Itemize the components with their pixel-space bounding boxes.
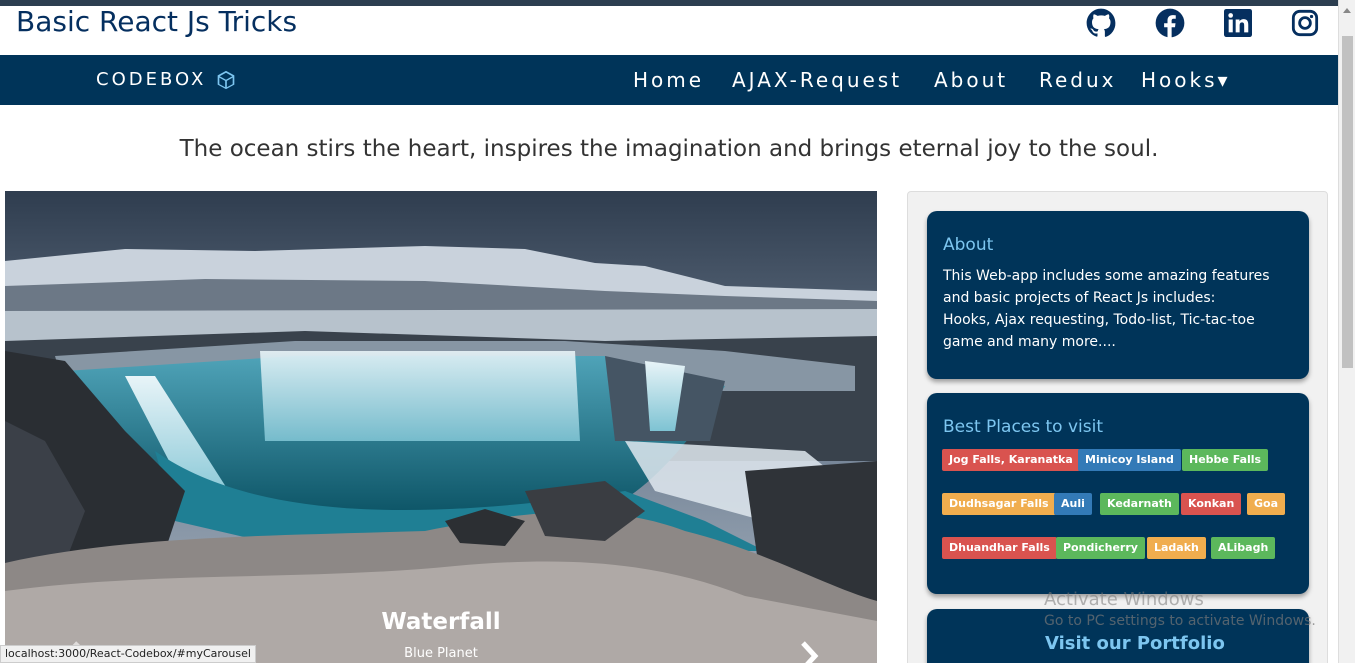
tag-konkan[interactable]: Konkan [1181, 493, 1242, 515]
scroll-up-arrow-icon[interactable] [1343, 8, 1351, 13]
instagram-icon[interactable] [1289, 8, 1321, 38]
waterfall-image [5, 191, 877, 663]
brand-link[interactable]: CODEBOX [96, 69, 236, 90]
tag-ladakh[interactable]: Ladakh [1147, 537, 1206, 559]
carousel-caption-title: Waterfall [381, 609, 501, 635]
browser-status-url: localhost:3000/React-Codebox/#myCarousel [0, 645, 256, 663]
tagline: The ocean stirs the heart, inspires the … [179, 136, 1159, 162]
image-carousel[interactable]: Waterfall Blue Planet [5, 191, 877, 663]
portfolio-card-title[interactable]: Visit our Portfolio [1045, 633, 1225, 654]
tag-dudhsagar-falls[interactable]: Dudhsagar Falls [942, 493, 1056, 515]
cube-icon [218, 70, 235, 89]
tag-kedarnath[interactable]: Kedarnath [1100, 493, 1179, 515]
windows-activation-title: Activate Windows [1044, 589, 1204, 610]
about-card-text: This Web-app includes some amazing featu… [943, 268, 1270, 350]
nav-about[interactable]: About [934, 68, 1008, 92]
about-card: About This Web-app includes some amazing… [927, 211, 1309, 379]
brand-label: CODEBOX [96, 69, 207, 90]
tag-dhuandhar-falls[interactable]: Dhuandhar Falls [942, 537, 1057, 559]
tag-pondicherry[interactable]: Pondicherry [1056, 537, 1145, 559]
main-navbar: CODEBOX Home AJAX-Request About Redux Ho… [0, 55, 1338, 105]
nav-redux[interactable]: Redux [1039, 68, 1117, 92]
nav-ajax-request[interactable]: AJAX-Request [732, 68, 902, 92]
scrollbar-thumb[interactable] [1342, 36, 1353, 368]
tag-minicoy-island[interactable]: Minicoy Island [1078, 449, 1181, 471]
nav-hooks-dropdown[interactable]: Hooks▾ [1141, 68, 1231, 92]
tag-hebbe-falls[interactable]: Hebbe Falls [1182, 449, 1269, 471]
github-icon[interactable] [1085, 8, 1117, 38]
vertical-scrollbar[interactable] [1338, 0, 1355, 663]
top-header: Basic React Js Tricks [0, 6, 1338, 55]
places-card-title: Best Places to visit [943, 417, 1104, 437]
about-card-title: About [943, 235, 994, 255]
places-card: Best Places to visit Jog Falls, Karanatk… [927, 393, 1309, 594]
tag-auli[interactable]: Auli [1054, 493, 1092, 515]
site-title: Basic React Js Tricks [16, 5, 298, 38]
windows-activation-subtitle: Go to PC settings to activate Windows. [1044, 613, 1316, 629]
tag-jog-falls[interactable]: Jog Falls, Karanatka [942, 449, 1080, 471]
nav-home[interactable]: Home [633, 68, 704, 92]
tag-goa[interactable]: Goa [1247, 493, 1286, 515]
facebook-icon[interactable] [1154, 8, 1186, 38]
tag-alibagh[interactable]: ALibagh [1211, 537, 1276, 559]
linkedin-icon[interactable] [1222, 8, 1254, 38]
